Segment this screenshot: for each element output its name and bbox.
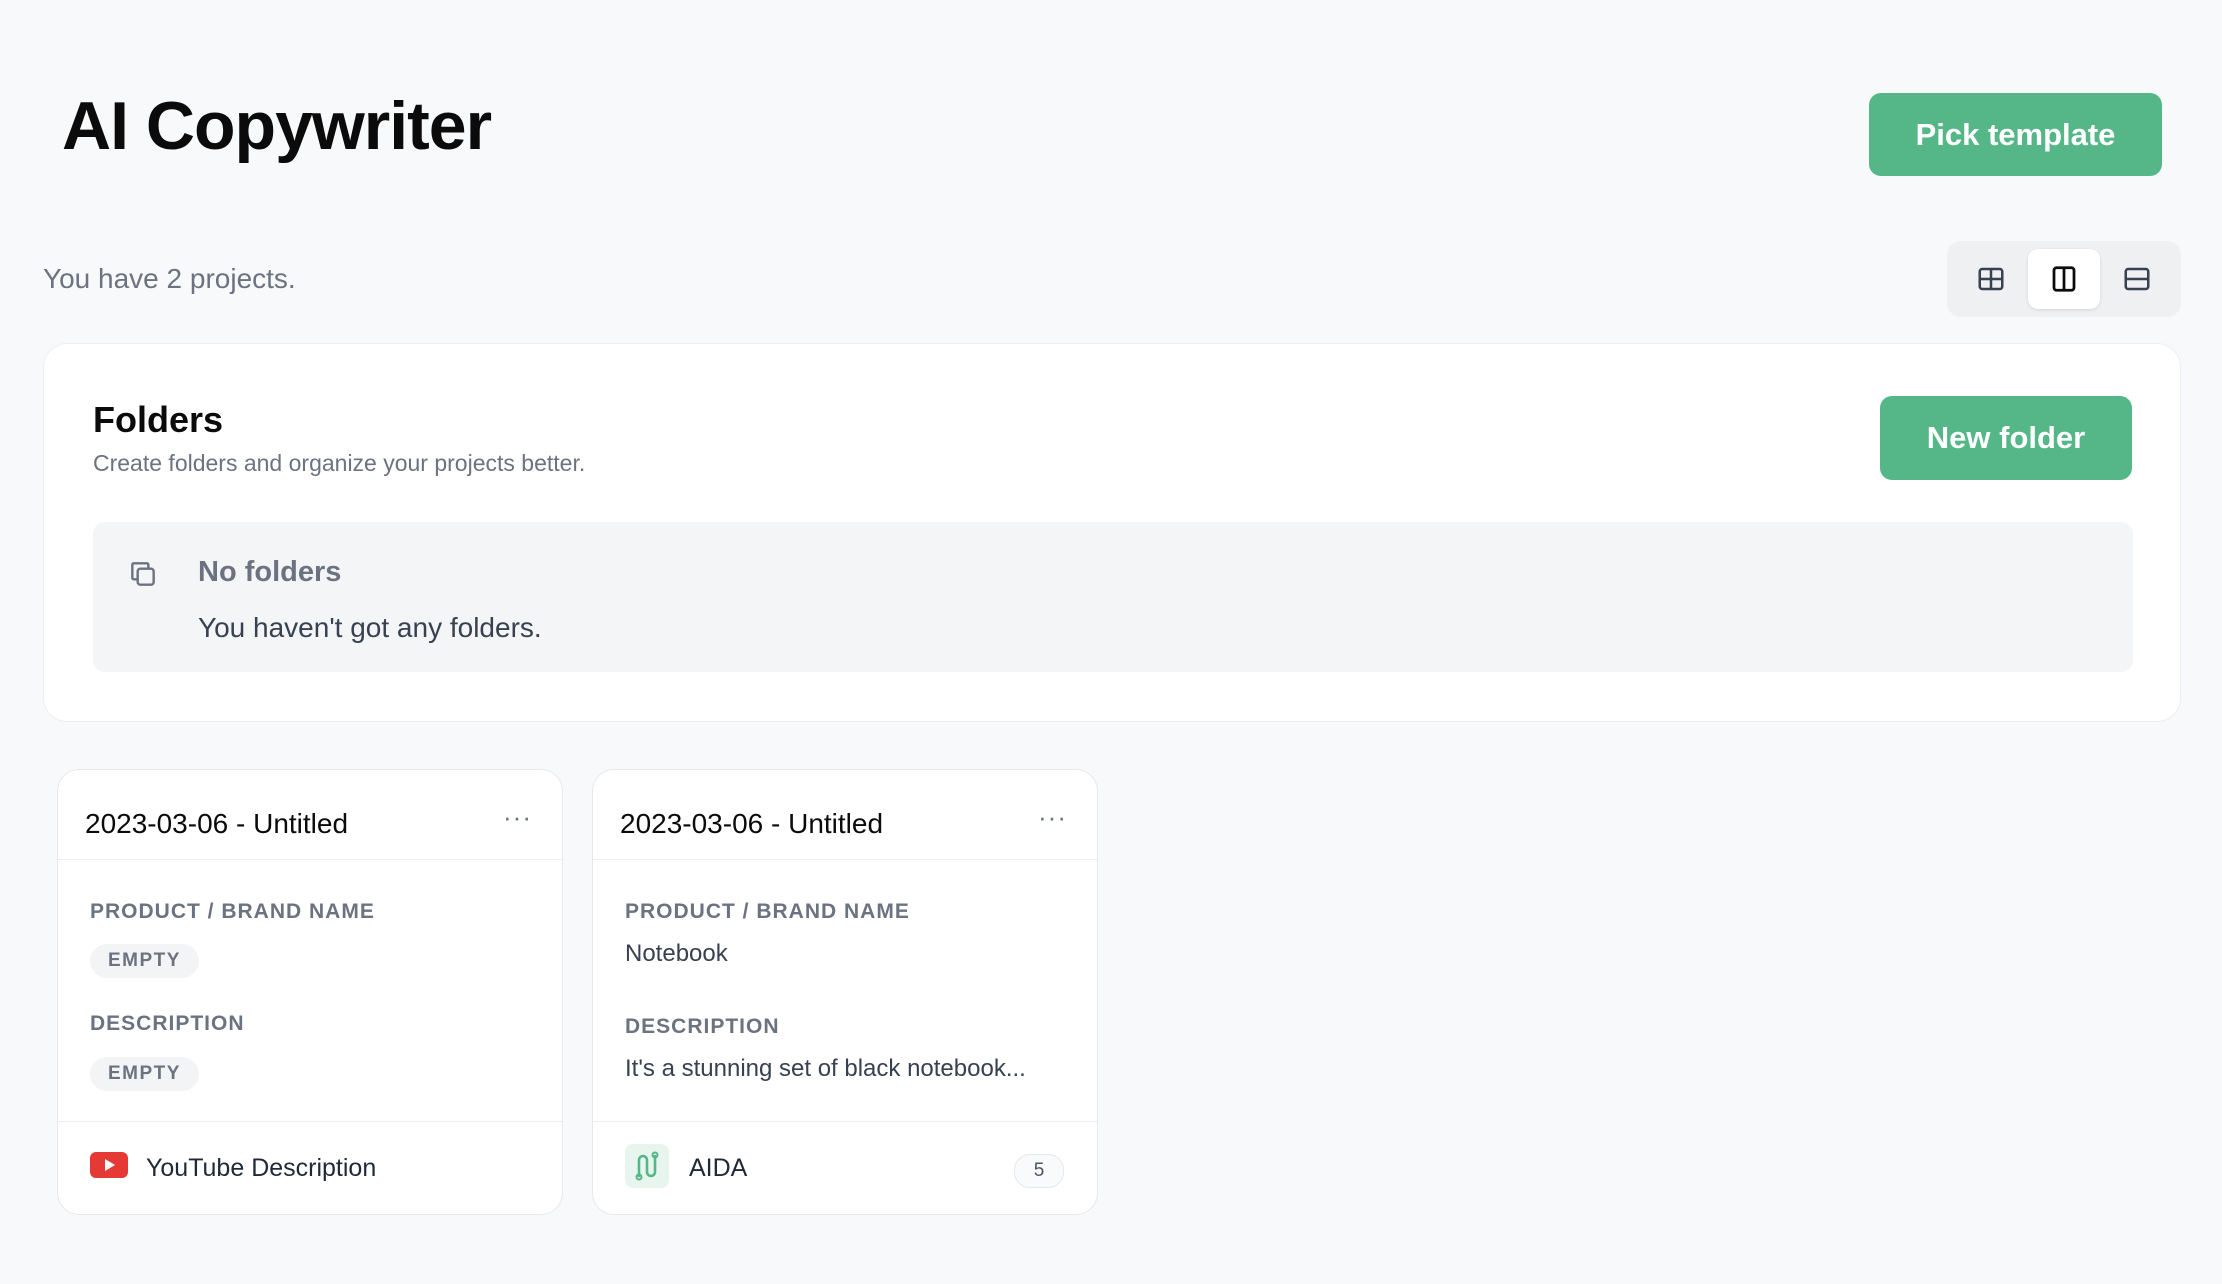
project-title: 2023-03-06 - Untitled — [85, 808, 349, 839]
template-name: YouTube Description — [146, 1154, 377, 1182]
empty-badge: EMPTY — [90, 1057, 199, 1091]
field-label: DESCRIPTION — [625, 1015, 780, 1038]
pick-template-button[interactable]: Pick template — [1869, 93, 2162, 176]
project-card-body: PRODUCT / BRAND NAME EMPTY DESCRIPTION E… — [58, 860, 562, 1122]
view-toggle — [1947, 241, 2181, 317]
copy-icon — [131, 562, 155, 586]
empty-state-title: No folders — [198, 556, 342, 588]
field-value: Notebook — [625, 940, 728, 967]
project-card[interactable]: 2023-03-06 - Untitled ··· PRODUCT / BRAN… — [57, 769, 563, 1215]
field-value: It's a stunning set of black notebook... — [625, 1055, 1026, 1082]
rows-view-button[interactable] — [2101, 249, 2173, 309]
rows-view-icon — [2124, 267, 2150, 291]
folders-empty-state: No folders You haven't got any folders. — [93, 522, 2133, 672]
columns-view-button[interactable] — [2028, 249, 2100, 309]
aida-icon — [625, 1144, 669, 1188]
empty-badge: EMPTY — [90, 944, 199, 978]
project-card-body: PRODUCT / BRAND NAME Notebook DESCRIPTIO… — [593, 860, 1097, 1122]
project-card-footer: YouTube Description — [58, 1122, 562, 1214]
field-label: PRODUCT / BRAND NAME — [90, 900, 375, 923]
project-card[interactable]: 2023-03-06 - Untitled ··· PRODUCT / BRAN… — [592, 769, 1098, 1215]
field-label: PRODUCT / BRAND NAME — [625, 900, 910, 923]
columns-view-icon — [2052, 266, 2076, 292]
grid-view-button[interactable] — [1955, 249, 2027, 309]
project-count-badge: 5 — [1014, 1154, 1064, 1188]
empty-state-description: You haven't got any folders. — [198, 612, 542, 643]
folders-subtitle: Create folders and organize your project… — [93, 450, 586, 476]
template-name: AIDA — [689, 1154, 748, 1182]
new-folder-button[interactable]: New folder — [1880, 396, 2132, 480]
field-label: DESCRIPTION — [90, 1012, 245, 1035]
project-card-header: 2023-03-06 - Untitled ··· — [58, 770, 562, 860]
project-count-text: You have 2 projects. — [43, 263, 296, 294]
project-card-header: 2023-03-06 - Untitled ··· — [593, 770, 1097, 860]
project-title: 2023-03-06 - Untitled — [620, 808, 884, 839]
youtube-icon — [90, 1152, 128, 1178]
grid-view-icon — [1978, 267, 2004, 291]
folders-title: Folders — [93, 399, 224, 440]
page-title: AI Copywriter — [62, 88, 492, 164]
project-card-footer: AIDA 5 — [593, 1122, 1097, 1214]
more-options-icon[interactable]: ··· — [1038, 804, 1067, 830]
more-options-icon[interactable]: ··· — [503, 804, 532, 830]
folders-card: Folders Create folders and organize your… — [43, 343, 2181, 722]
